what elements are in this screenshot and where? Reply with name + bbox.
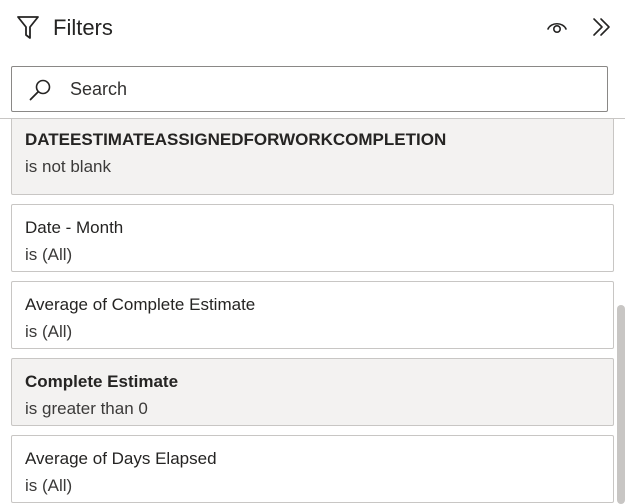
filter-name: DATEESTIMATEASSIGNEDFORWORKCOMPLETION xyxy=(25,130,447,149)
filter-condition: is (All) xyxy=(25,322,73,341)
search-icon xyxy=(29,79,51,101)
filter-card[interactable]: Average of Days Elapsed is (All) xyxy=(11,435,614,503)
filters-header: Filters xyxy=(0,0,625,56)
filter-condition: is not blank xyxy=(25,157,111,176)
scrollbar-thumb[interactable] xyxy=(617,305,625,504)
filter-condition: is (All) xyxy=(25,476,73,495)
filter-card[interactable]: Date - Month is (All) xyxy=(11,204,614,272)
filter-funnel-icon xyxy=(17,16,39,39)
pane-title: Filters xyxy=(53,15,113,40)
double-chevron-right-icon[interactable] xyxy=(591,17,613,37)
filter-name: Average of Complete Estimate xyxy=(25,295,256,314)
filter-name: Complete Estimate xyxy=(25,372,179,391)
search-box[interactable] xyxy=(11,66,608,112)
filter-list: DATEESTIMATEASSIGNEDFORWORKCOMPLETION is… xyxy=(0,119,616,504)
filter-card[interactable]: DATEESTIMATEASSIGNEDFORWORKCOMPLETION is… xyxy=(11,119,614,195)
filter-name: Average of Days Elapsed xyxy=(25,449,217,468)
filter-condition: is (All) xyxy=(25,245,73,264)
eye-icon[interactable] xyxy=(546,18,568,36)
filter-card[interactable]: Average of Complete Estimate is (All) xyxy=(11,281,614,349)
filter-card[interactable]: Complete Estimate is greater than 0 xyxy=(11,358,614,426)
filters-pane: Filters DATEESTIMATEASSIGNEDFORWORKCOMPL… xyxy=(0,0,625,504)
filter-name: Date - Month xyxy=(25,218,124,237)
filter-condition: is greater than 0 xyxy=(25,399,148,418)
search-input[interactable] xyxy=(70,76,590,102)
